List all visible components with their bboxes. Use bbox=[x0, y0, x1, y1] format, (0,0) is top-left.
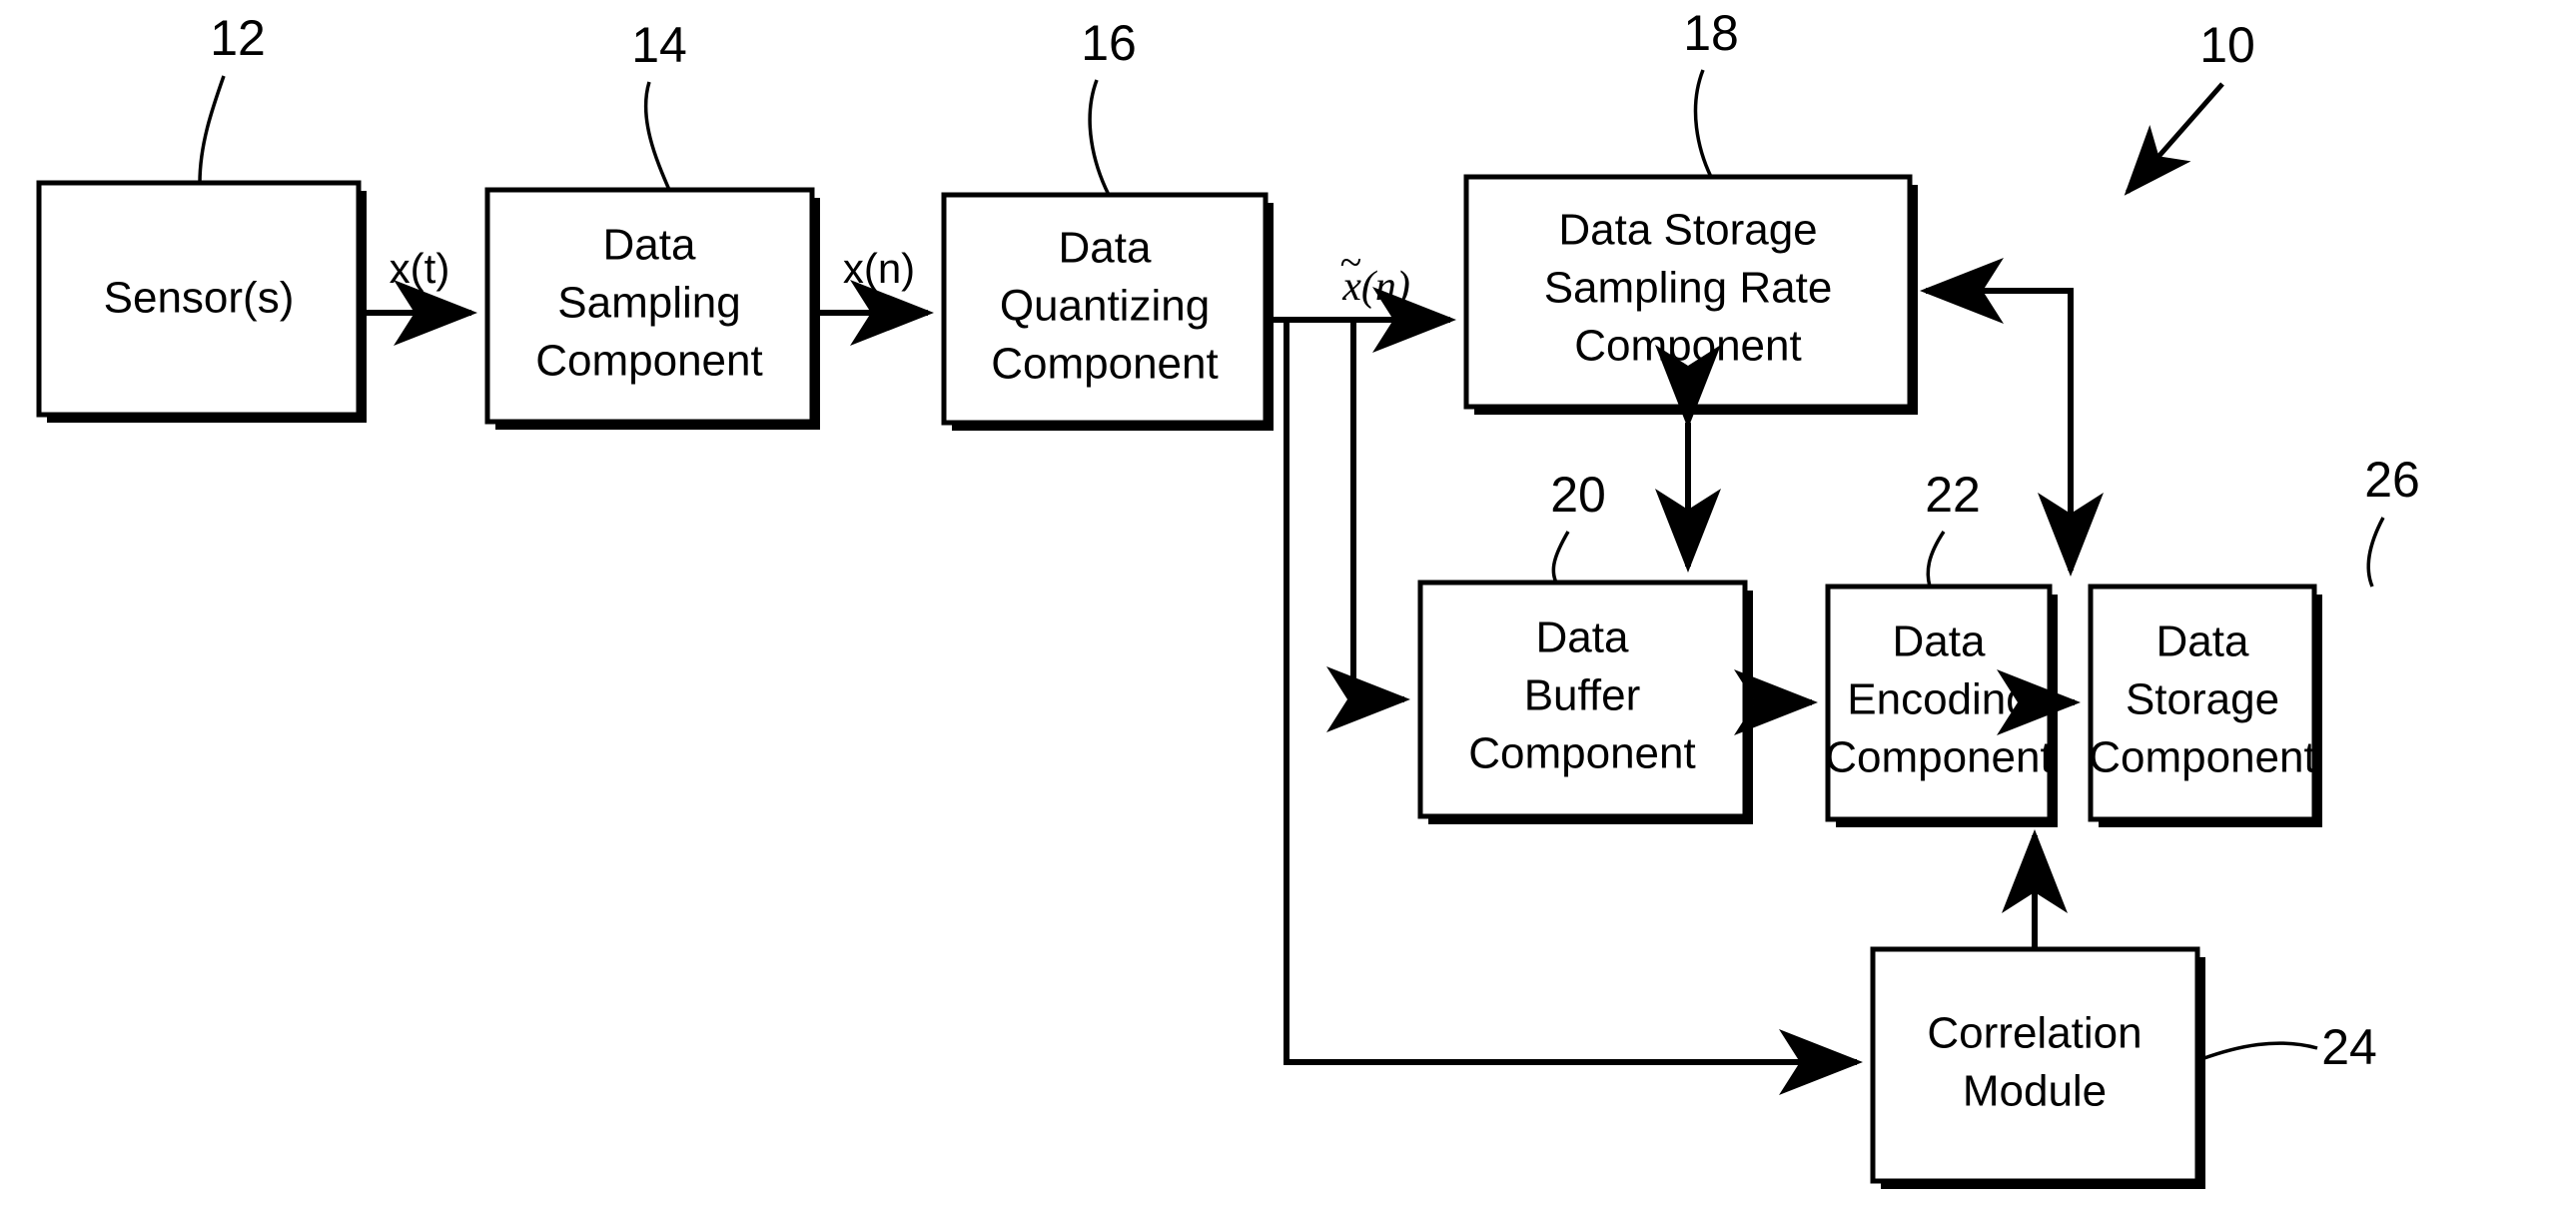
block-correlation-module-outline bbox=[1870, 946, 2200, 1184]
block-correlation-module-label-line-2: Module bbox=[1963, 1067, 2107, 1116]
signal-label-x-of-t: x(t) bbox=[390, 245, 450, 292]
reference-numeral-22: 22 bbox=[1925, 467, 1981, 523]
block-data-encoding-component[interactable]: Data Encoding Component bbox=[1825, 584, 2058, 827]
block-data-quantizing-component-label-line-2: Quantizing bbox=[1000, 282, 1210, 331]
signal-label-x-tilde-of-n: x(n) bbox=[1341, 264, 1410, 310]
block-data-storage-sampling-rate-component[interactable]: Data Storage Sampling Rate Component bbox=[1463, 174, 1918, 415]
block-data-buffer-component-label-line-3: Component bbox=[1468, 729, 1695, 778]
block-sensors[interactable]: Sensor(s) bbox=[36, 180, 367, 423]
block-data-quantizing-component-label-line-1: Data bbox=[1059, 224, 1152, 273]
block-data-buffer-component-label-line-2: Buffer bbox=[1524, 671, 1641, 720]
reference-numeral-16: 16 bbox=[1081, 15, 1137, 71]
reference-numeral-16-group: 16 bbox=[1081, 15, 1137, 196]
block-data-storage-component-label-line-1: Data bbox=[2156, 617, 2249, 666]
patent-figure: Sensor(s) Data Sampling Component Data Q… bbox=[0, 0, 2576, 1214]
reference-numeral-22-group: 22 bbox=[1925, 467, 1981, 588]
lead-line-14 bbox=[643, 81, 671, 191]
block-data-quantizing-component[interactable]: Data Quantizing Component bbox=[941, 192, 1274, 431]
lead-line-18 bbox=[1693, 69, 1713, 178]
reference-numeral-18: 18 bbox=[1683, 5, 1739, 61]
block-data-sampling-component[interactable]: Data Sampling Component bbox=[484, 187, 820, 430]
reference-numeral-26-group: 26 bbox=[2364, 452, 2420, 588]
block-data-storage-sampling-rate-component-label-line-2: Sampling Rate bbox=[1544, 264, 1833, 313]
reference-numeral-24-group: 24 bbox=[2200, 1019, 2377, 1075]
block-data-quantizing-component-label-line-3: Component bbox=[991, 340, 1218, 389]
connector-feedback-to-data-storage-sampling-rate bbox=[1926, 288, 2104, 577]
reference-numeral-18-group: 18 bbox=[1683, 5, 1739, 178]
block-data-storage-component-label-line-3: Component bbox=[2089, 733, 2315, 782]
lead-line-10-arrow bbox=[2124, 82, 2224, 196]
block-data-storage-component-label-line-2: Storage bbox=[2126, 675, 2279, 724]
block-data-encoding-component-label-line-1: Data bbox=[1893, 617, 1986, 666]
lead-line-24 bbox=[2200, 1041, 2318, 1061]
block-data-storage-sampling-rate-component-label-line-3: Component bbox=[1574, 322, 1801, 371]
reference-numeral-14-group: 14 bbox=[631, 17, 687, 191]
block-data-sampling-component-label-line-3: Component bbox=[535, 337, 762, 386]
reference-numeral-24: 24 bbox=[2321, 1019, 2377, 1075]
connector-data-quantizing-to-data-buffer bbox=[1326, 320, 1410, 732]
lead-line-22 bbox=[1926, 531, 1946, 588]
reference-numeral-26: 26 bbox=[2364, 452, 2420, 508]
reference-numeral-12-group: 12 bbox=[198, 10, 266, 184]
lead-line-20 bbox=[1551, 531, 1570, 584]
lead-line-16 bbox=[1088, 79, 1111, 196]
block-data-storage-sampling-rate-component-label-line-1: Data Storage bbox=[1558, 206, 1817, 255]
block-data-encoding-component-label-line-3: Component bbox=[1825, 733, 2052, 782]
block-data-buffer-component[interactable]: Data Buffer Component bbox=[1417, 580, 1753, 824]
block-data-sampling-component-label-line-1: Data bbox=[603, 221, 696, 270]
reference-numeral-20-group: 20 bbox=[1550, 467, 1606, 584]
reference-numeral-14: 14 bbox=[631, 17, 687, 73]
block-correlation-module[interactable]: Correlation Module bbox=[1870, 946, 2205, 1189]
lead-line-26 bbox=[2366, 517, 2385, 588]
block-sensors-label-line-1: Sensor(s) bbox=[104, 274, 295, 323]
signal-label-x-tilde-of-n-group: ~ x(n) bbox=[1339, 240, 1410, 310]
reference-numeral-10-group: 10 bbox=[2124, 17, 2255, 196]
block-data-buffer-component-label-line-1: Data bbox=[1536, 613, 1629, 662]
reference-numeral-20: 20 bbox=[1550, 467, 1606, 523]
block-data-sampling-component-label-line-2: Sampling bbox=[557, 279, 740, 328]
reference-numeral-12: 12 bbox=[210, 10, 266, 66]
signal-label-x-of-n: x(n) bbox=[843, 245, 915, 292]
lead-line-12 bbox=[198, 75, 226, 184]
block-correlation-module-label-line-1: Correlation bbox=[1927, 1009, 2142, 1058]
block-data-encoding-component-label-line-2: Encoding bbox=[1847, 675, 2030, 724]
block-data-storage-component[interactable]: Data Storage Component bbox=[2088, 584, 2322, 827]
block-diagram-canvas: Sensor(s) Data Sampling Component Data Q… bbox=[36, 5, 2420, 1189]
reference-numeral-10: 10 bbox=[2199, 17, 2255, 73]
